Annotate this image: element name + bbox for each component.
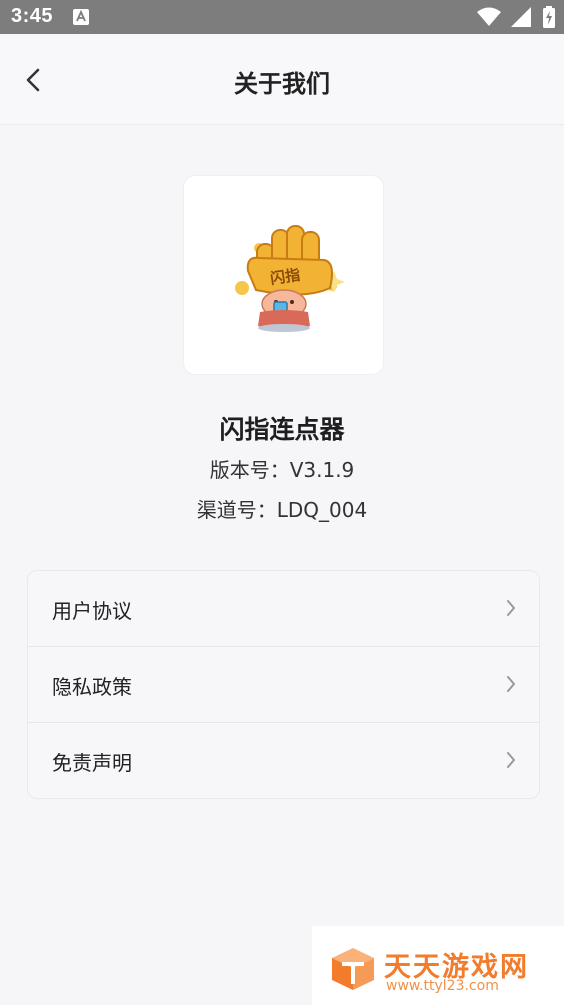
menu-item-label: 免责声明 [52, 751, 132, 775]
menu-item-disclaimer[interactable]: 免责声明 [28, 723, 539, 798]
signal-icon [511, 7, 531, 27]
chevron-right-icon [507, 752, 515, 768]
menu-item-user-agreement[interactable]: 用户协议 [28, 571, 539, 647]
watermark-logo-icon [332, 948, 374, 990]
page-title: 关于我们 [234, 70, 330, 98]
menu-item-privacy-policy[interactable]: 隐私政策 [28, 647, 539, 723]
menu-card: 用户协议 隐私政策 免责声明 [27, 570, 540, 799]
app-name: 闪指连点器 [219, 415, 345, 444]
app-logo-card: 闪指 [183, 175, 384, 375]
status-time: 3:45 [11, 5, 54, 27]
app-logo-icon: 闪指 [235, 225, 345, 332]
watermark: 天天游戏网 www.ttyl23.com [312, 926, 564, 1005]
chevron-right-icon [507, 600, 515, 616]
wifi-icon [477, 7, 501, 26]
navbar: 关于我们 [0, 34, 564, 125]
notification-app-icon [73, 9, 89, 25]
app-channel: 渠道号：LDQ_004 [196, 498, 368, 522]
watermark-url: www.ttyl23.com [386, 978, 499, 994]
chevron-right-icon [507, 676, 515, 692]
status-bar: 3:45 [0, 0, 564, 34]
menu-item-label: 用户协议 [52, 599, 132, 623]
app-version: 版本号：V3.1.9 [209, 458, 355, 482]
battery-icon [543, 6, 555, 28]
menu-item-label: 隐私政策 [52, 675, 132, 699]
